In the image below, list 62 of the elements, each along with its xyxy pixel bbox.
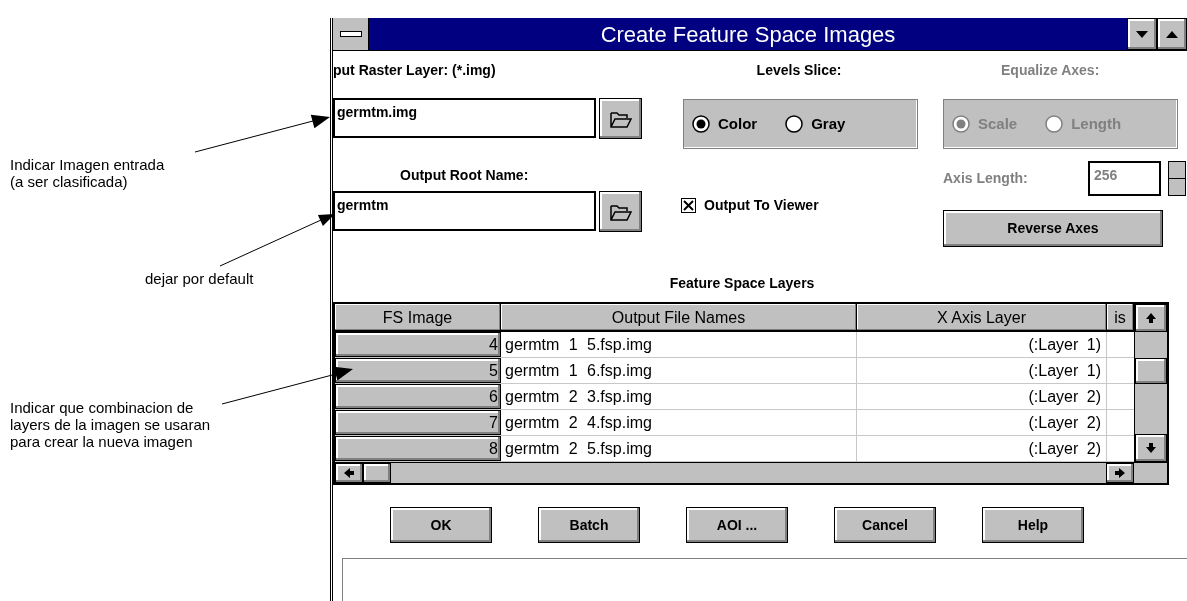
equalize-axes-label: Equalize Axes: (1001, 61, 1100, 80)
radio-label: Color (718, 113, 758, 134)
row-header-cell[interactable]: 5 (335, 358, 501, 383)
axis-length-label: Axis Length: (943, 169, 1029, 188)
table-cell: (:Layer 2) (857, 384, 1107, 409)
column-header[interactable]: is (1107, 304, 1134, 330)
column-header[interactable]: X Axis Layer (857, 304, 1107, 330)
checkbox-label: Output To Viewer (704, 196, 819, 215)
table-cell: germtm 2 4.fsp.img (501, 410, 857, 435)
triangle-down-icon (1136, 30, 1148, 38)
radio-button[interactable] (785, 115, 804, 133)
system-menu-button[interactable] (333, 18, 369, 50)
browse-button[interactable] (599, 98, 642, 139)
output-root-label: Output Root Name: (400, 166, 529, 185)
row-header-cell[interactable]: 7 (335, 410, 501, 435)
arrow-left-icon (343, 467, 355, 479)
dialog-button[interactable]: Help (982, 507, 1084, 543)
dialog-button[interactable]: AOI ... (686, 507, 788, 543)
arrow-down-icon (1145, 442, 1157, 454)
table-cell: germtm 1 6.fsp.img (501, 358, 857, 383)
dialog-button[interactable]: Cancel (834, 507, 936, 543)
radio-button[interactable] (692, 115, 710, 133)
annotation-text: dejar por default (144, 270, 254, 287)
dialog-button[interactable]: OK (390, 507, 492, 543)
bar-icon (339, 31, 362, 37)
checkbox[interactable] (681, 198, 696, 213)
minimize-button[interactable] (1127, 18, 1157, 50)
input-raster-label: put Raster Layer: (*.img) (333, 61, 496, 80)
row-header-cell[interactable]: 4 (335, 332, 501, 357)
radio-label: Gray (811, 113, 846, 134)
browse-button[interactable] (599, 191, 642, 232)
scroll-thumb[interactable] (1135, 358, 1167, 384)
arrow-up-icon (1145, 312, 1157, 324)
levels-slice-label: Levels Slice: (756, 61, 842, 80)
vertical-scrollbar[interactable] (1134, 304, 1167, 462)
column-header[interactable]: FS Image (335, 304, 501, 330)
radio-label: Scale (978, 113, 1018, 134)
table-cell: (:Layer 1) (857, 332, 1107, 357)
table-cell: (:Layer 2) (857, 436, 1107, 461)
table-cell: germtm 2 5.fsp.img (501, 436, 857, 461)
scroll-thumb[interactable] (363, 463, 391, 483)
horizontal-scrollbar[interactable] (335, 463, 1134, 483)
dialog-button[interactable]: Batch (538, 507, 640, 543)
input-raster-field[interactable]: germtm.img (333, 98, 596, 138)
spinner[interactable] (1168, 161, 1186, 196)
arrow-right-icon (1114, 467, 1126, 479)
row-header-cell[interactable]: 8 (335, 436, 501, 461)
table-cell: (:Layer 1) (857, 358, 1107, 383)
annotation-text: Indicar Imagen entrada (a ser clasificada) (9, 156, 165, 190)
annotation-text: Indicar que combinacion de layers de la imagen se usaran para crear la nueva imagen (9, 399, 211, 450)
radio-label: Length (1071, 113, 1122, 134)
table-title: Feature Space Layers (669, 274, 815, 293)
table-cell: (:Layer 2) (857, 410, 1107, 435)
column-header[interactable]: Output File Names (501, 304, 857, 330)
reverse-axes-button[interactable]: Reverse Axes (943, 210, 1163, 247)
maximize-button[interactable] (1157, 18, 1187, 50)
table-cell: germtm 1 5.fsp.img (501, 332, 857, 357)
window-title: Create Feature Space Images (599, 20, 897, 49)
triangle-up-icon (1166, 30, 1178, 38)
output-root-field[interactable]: germtm (333, 191, 596, 231)
table-cell: germtm 2 3.fsp.img (501, 384, 857, 409)
row-header-cell[interactable]: 6 (335, 384, 501, 409)
